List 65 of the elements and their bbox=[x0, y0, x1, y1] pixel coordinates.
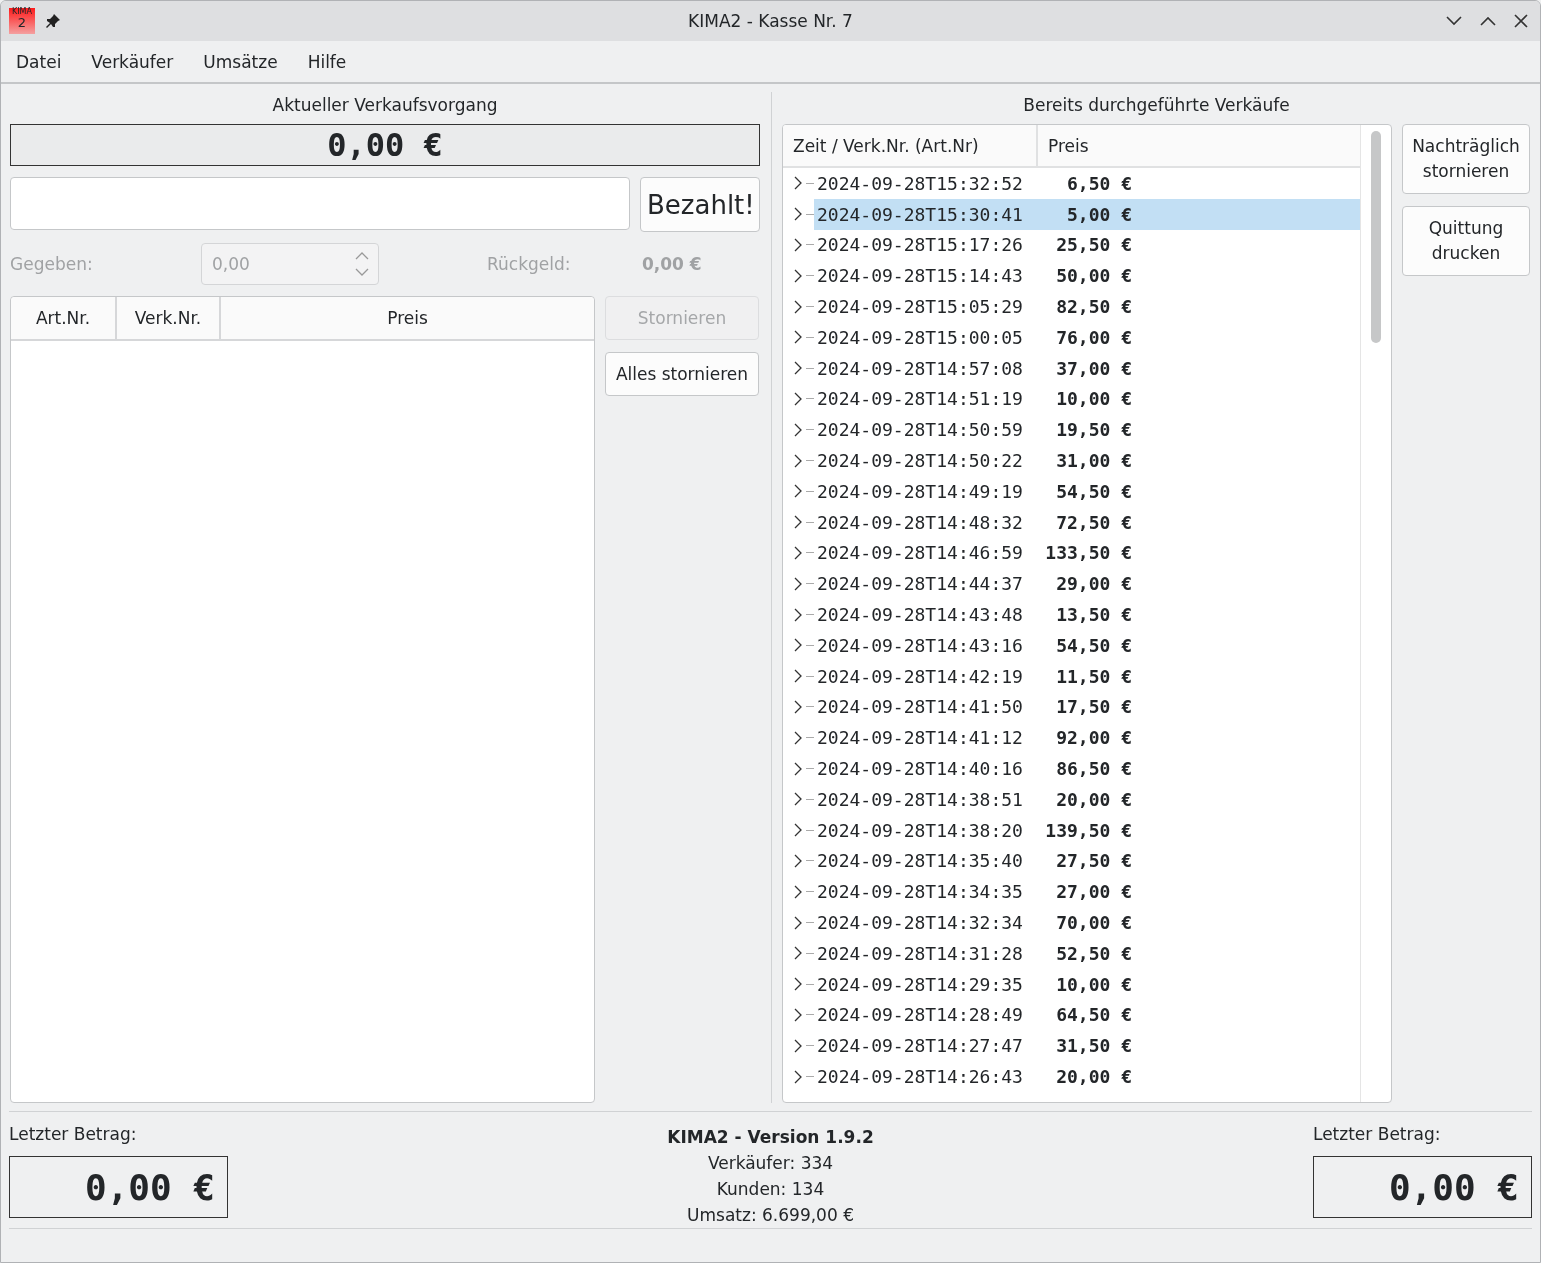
minimize-icon[interactable] bbox=[1446, 16, 1462, 26]
statistic-text: Umsatz: 6.699,00 € bbox=[686, 1204, 855, 1227]
paid-button[interactable]: Bezahlt! bbox=[640, 177, 760, 232]
sale-row[interactable]: 2024-09-28T14:28:49 64,50 € bbox=[814, 999, 1360, 1031]
action-button[interactable]: Nachträglich stornieren bbox=[1402, 124, 1530, 194]
menu-item[interactable]: Umsätze bbox=[203, 51, 278, 72]
sale-row[interactable]: 2024-09-28T15:30:41 5,00 € bbox=[814, 198, 1360, 230]
menu-item[interactable]: Hilfe bbox=[307, 51, 347, 72]
version-text: KIMA2 - Version 1.9.2 bbox=[667, 1126, 874, 1149]
sale-row[interactable]: 2024-09-28T14:38:20 139,50 € bbox=[814, 814, 1360, 846]
given-label: Gegeben: bbox=[10, 254, 94, 274]
sale-row[interactable]: 2024-09-28T14:49:19 54,50 € bbox=[814, 475, 1360, 507]
sale-row[interactable]: 2024-09-28T15:00:05 76,00 € bbox=[814, 322, 1360, 353]
statistic-text: Verkäufer: 334 bbox=[706, 1152, 835, 1175]
statistic-text: Kunden: 134 bbox=[715, 1178, 826, 1201]
sale-row[interactable]: 2024-09-28T14:35:40 27,50 € bbox=[814, 845, 1360, 877]
sale-row[interactable]: 2024-09-28T14:40:16 86,50 € bbox=[814, 753, 1360, 784]
sale-row[interactable]: 2024-09-28T15:17:26 25,50 € bbox=[814, 229, 1360, 261]
sale-row[interactable]: 2024-09-28T14:43:48 13,50 € bbox=[814, 599, 1360, 630]
last-amount-display: 0,00 € bbox=[1313, 1156, 1532, 1218]
sale-row[interactable]: 2024-09-28T14:50:59 19,50 € bbox=[814, 414, 1360, 446]
column-header[interactable]: Preis bbox=[1038, 125, 1089, 166]
sale-row[interactable]: 2024-09-28T14:29:35 10,00 € bbox=[814, 968, 1360, 1000]
sale-row[interactable]: 2024-09-28T14:48:32 72,50 € bbox=[814, 506, 1360, 538]
sale-row[interactable]: 2024-09-28T14:43:16 54,50 € bbox=[814, 629, 1360, 661]
column-header[interactable]: Verk.Nr. bbox=[117, 297, 221, 339]
scrollbar-thumb[interactable] bbox=[1371, 131, 1381, 343]
sale-row[interactable]: 2024-09-28T14:42:19 11,50 € bbox=[814, 660, 1360, 692]
sale-row[interactable]: 2024-09-28T14:34:35 27,00 € bbox=[814, 876, 1360, 908]
window-title: KIMA2 - Kasse Nr. 7 bbox=[688, 11, 853, 31]
sale-row[interactable]: 2024-09-28T14:51:19 10,00 € bbox=[814, 383, 1360, 415]
sale-row[interactable]: 2024-09-28T14:38:51 20,00 € bbox=[814, 783, 1360, 815]
column-header[interactable]: Zeit / Verk.Nr. (Art.Nr) bbox=[783, 125, 1038, 166]
section-heading: Aktueller Verkaufsvorgang bbox=[271, 94, 499, 117]
app-icon: KIMA 2 bbox=[9, 8, 35, 34]
total-display: 0,00 € bbox=[10, 124, 760, 166]
action-button[interactable]: Quittung drucken bbox=[1402, 206, 1530, 276]
sale-row[interactable]: 2024-09-28T15:14:43 50,00 € bbox=[814, 260, 1360, 292]
article-input-field[interactable] bbox=[10, 177, 630, 230]
sale-row[interactable]: 2024-09-28T14:41:50 17,50 € bbox=[814, 691, 1360, 723]
column-header[interactable]: Preis bbox=[221, 297, 594, 339]
sale-row[interactable]: 2024-09-28T15:05:29 82,50 € bbox=[814, 291, 1360, 322]
last-amount-label: Letzter Betrag: bbox=[9, 1124, 138, 1144]
sale-row[interactable]: 2024-09-28T14:27:47 31,50 € bbox=[814, 1030, 1360, 1062]
sale-row[interactable]: 2024-09-28T14:44:37 29,00 € bbox=[814, 568, 1360, 600]
sale-row[interactable]: 2024-09-28T15:32:52 6,50 € bbox=[814, 168, 1360, 199]
close-icon[interactable] bbox=[1514, 14, 1528, 28]
section-heading: Bereits durchgeführte Verkäufe bbox=[1022, 94, 1291, 117]
last-amount-display: 0,00 € bbox=[9, 1156, 228, 1218]
change-value: 0,00 € bbox=[642, 254, 702, 274]
last-amount-label: Letzter Betrag: bbox=[1313, 1124, 1442, 1144]
sale-row[interactable]: 2024-09-28T14:57:08 37,00 € bbox=[814, 352, 1360, 384]
menu-item[interactable]: Verkäufer bbox=[91, 51, 174, 72]
sale-row[interactable]: 2024-09-28T14:41:12 92,00 € bbox=[814, 722, 1360, 754]
maximize-icon[interactable] bbox=[1480, 16, 1496, 26]
sale-row[interactable]: 2024-09-28T14:31:28 52,50 € bbox=[814, 937, 1360, 969]
column-header[interactable]: Art.Nr. bbox=[11, 297, 117, 339]
sale-row[interactable]: 2024-09-28T14:50:22 31,00 € bbox=[814, 445, 1360, 476]
menu-item[interactable]: Datei bbox=[16, 51, 62, 72]
sale-row[interactable]: 2024-09-28T14:32:34 70,00 € bbox=[814, 907, 1360, 938]
cancel-button[interactable]: Alles stornieren bbox=[605, 352, 759, 396]
sale-row[interactable]: 2024-09-28T14:26:43 20,00 € bbox=[814, 1061, 1360, 1092]
sale-row[interactable]: 2024-09-28T14:46:59 133,50 € bbox=[814, 537, 1360, 569]
pin-icon[interactable] bbox=[45, 13, 61, 29]
change-label: Rückgeld: bbox=[487, 254, 572, 274]
